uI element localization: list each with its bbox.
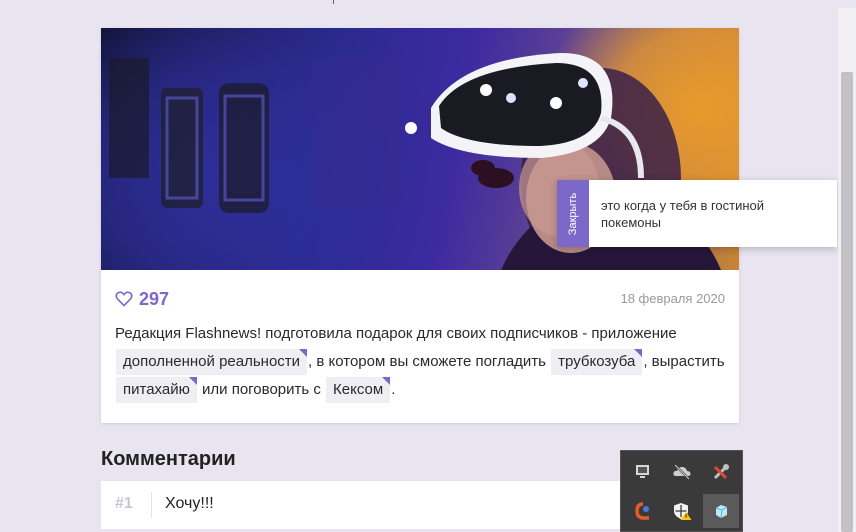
article-date: 18 февраля 2020: [620, 291, 725, 306]
display-icon[interactable]: [625, 455, 661, 489]
article-text-part: Редакция Flashnews! подготовила подарок …: [115, 325, 677, 342]
antivirus-icon[interactable]: [625, 494, 661, 528]
scrollbar-thumb[interactable]: [841, 72, 853, 532]
article-body: Редакция Flashnews! подготовила подарок …: [115, 320, 727, 404]
article-text-part: или поговорить с: [197, 381, 326, 398]
tag-link-keks[interactable]: Кексом: [326, 377, 391, 403]
popover-text: это когда у тебя в гостиной покемоны: [601, 198, 765, 230]
tag-link-ar[interactable]: дополненной реальности: [116, 349, 308, 375]
comment-number: #1: [115, 495, 133, 512]
system-tray-overflow: [620, 450, 743, 532]
article-text-part: , вырастить: [643, 353, 725, 370]
popover-close-label: Закрыть: [567, 192, 579, 235]
comment-divider: [151, 492, 152, 518]
comments-title: Комментарии: [101, 448, 236, 470]
article-text-part: .: [391, 381, 396, 398]
top-strip: [0, 0, 856, 8]
article-text-part: , в котором вы сможете погладить: [308, 353, 551, 370]
tag-popover: Закрыть это когда у тебя в гостиной поке…: [557, 180, 837, 247]
tools-icon[interactable]: [703, 455, 739, 489]
security-warning-icon[interactable]: [664, 494, 700, 528]
comment-text: Хочу!!!: [165, 495, 214, 512]
page-scrollbar[interactable]: [838, 8, 856, 532]
top-tick: [333, 0, 334, 4]
tag-link-pitahaya[interactable]: питахайю: [116, 377, 197, 403]
tag-link-aardvark[interactable]: трубкозуба: [551, 349, 643, 375]
likes-count: 297: [139, 289, 170, 309]
like-heart-icon[interactable]: [115, 291, 133, 307]
cube-icon[interactable]: [703, 494, 739, 528]
popover-close-button[interactable]: Закрыть: [557, 180, 589, 247]
comment-item: #1 Хочу!!!: [101, 481, 661, 529]
cloud-off-icon[interactable]: [664, 455, 700, 489]
